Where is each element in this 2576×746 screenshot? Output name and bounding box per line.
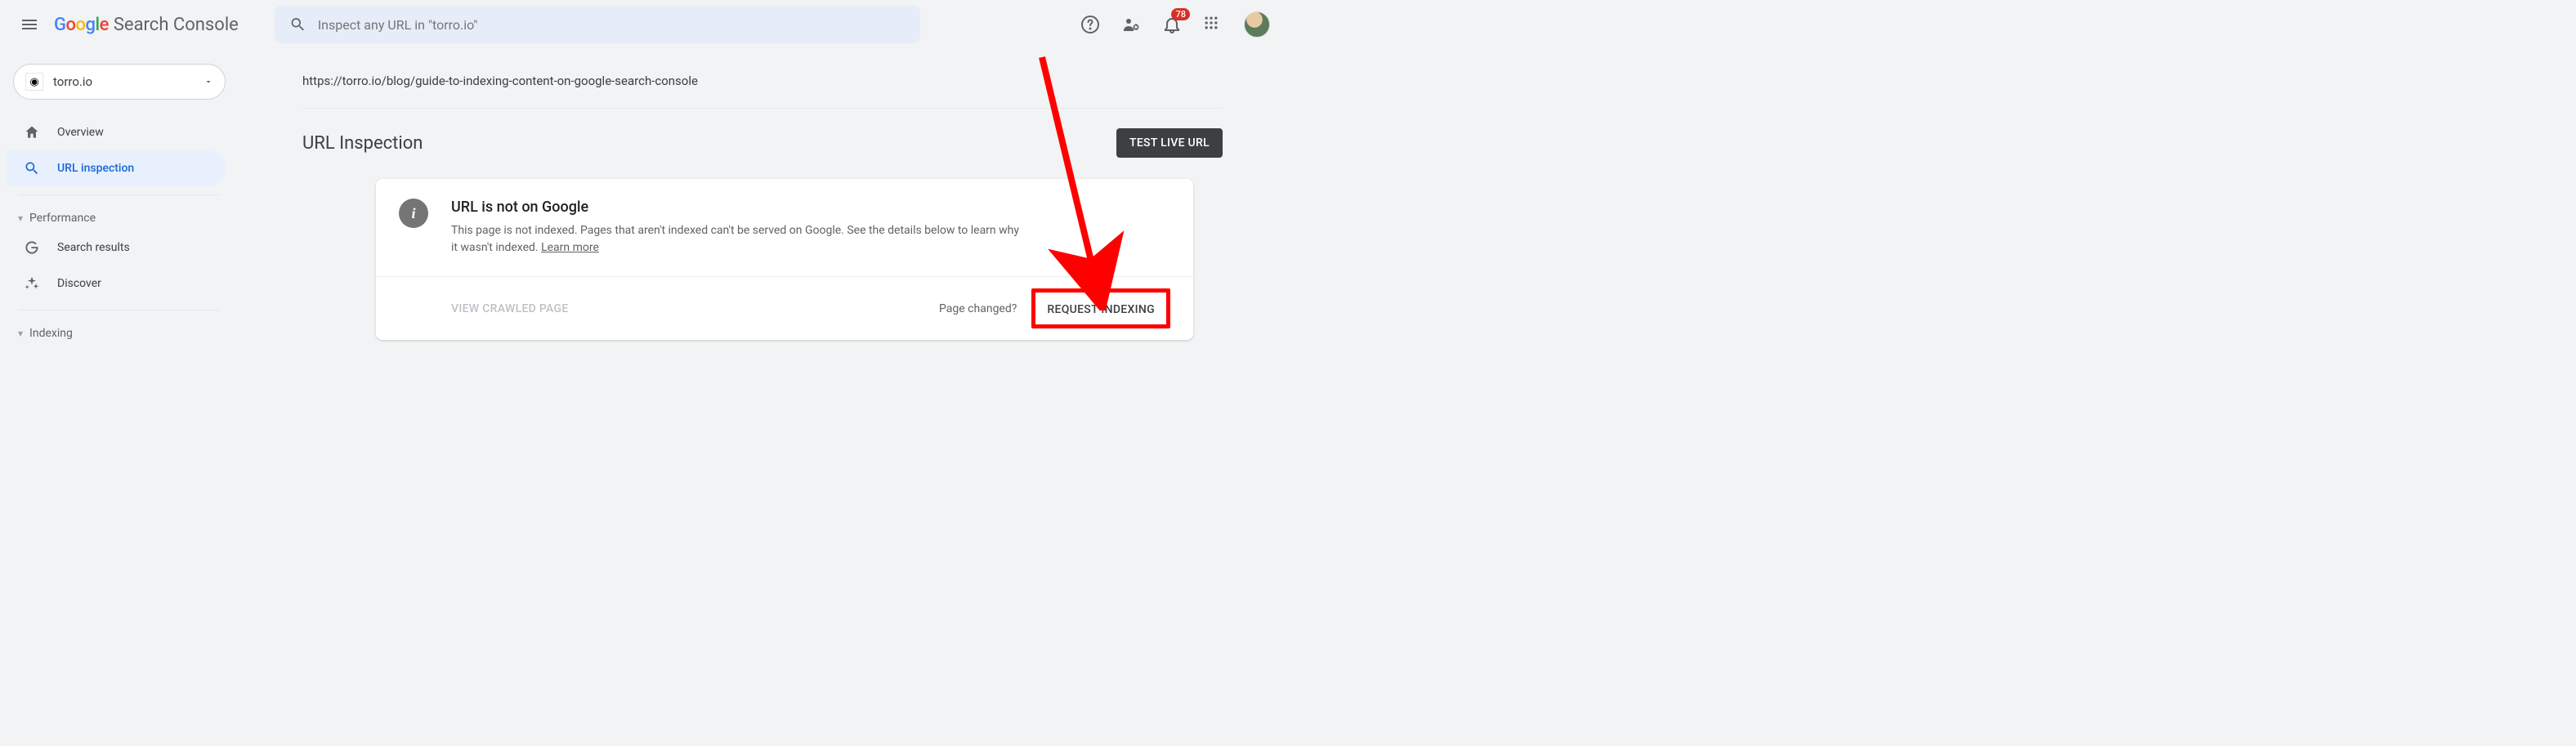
- chevron-down-icon: ▾: [18, 328, 23, 339]
- help-icon[interactable]: [1080, 15, 1100, 34]
- search-input[interactable]: [318, 17, 906, 33]
- card-body: i URL is not on Google This page is not …: [376, 179, 1193, 276]
- status-description: This page is not indexed. Pages that are…: [451, 222, 1023, 257]
- card-actions: VIEW CRAWLED PAGE Page changed? REQUEST …: [376, 276, 1193, 340]
- sidebar-item-discover[interactable]: Discover: [7, 266, 226, 302]
- sidebar: ◉ torro.io Overview URL inspection ▾ Per…: [0, 49, 237, 345]
- sidebar-item-url-inspection[interactable]: URL inspection: [7, 150, 226, 186]
- sidebar-section-indexing[interactable]: ▾ Indexing: [7, 319, 230, 345]
- status-title: URL is not on Google: [451, 199, 1023, 216]
- divider: [18, 194, 219, 195]
- home-icon: [23, 123, 41, 141]
- avatar[interactable]: [1244, 11, 1270, 38]
- google-logo-text: Google: [54, 15, 109, 35]
- inspected-url: https://torro.io/blog/guide-to-indexing-…: [302, 64, 1223, 109]
- sidebar-item-label: Discover: [57, 277, 101, 290]
- discover-icon: [23, 275, 41, 293]
- annotation-highlight: REQUEST INDEXING: [1031, 288, 1170, 328]
- page-changed-label: Page changed?: [939, 302, 1017, 315]
- property-name: torro.io: [53, 74, 203, 89]
- search-bar[interactable]: [275, 6, 920, 43]
- main-content: https://torro.io/blog/guide-to-indexing-…: [237, 49, 1288, 340]
- notification-badge: 78: [1171, 8, 1190, 20]
- sidebar-item-overview[interactable]: Overview: [7, 114, 226, 150]
- notifications-icon[interactable]: 78: [1162, 15, 1182, 34]
- property-selector[interactable]: ◉ torro.io: [13, 64, 226, 100]
- view-crawled-page-button: VIEW CRAWLED PAGE: [451, 302, 569, 315]
- search-console-text: Search Console: [114, 15, 239, 35]
- topbar-right: 78: [1080, 11, 1278, 38]
- google-g-icon: [23, 239, 41, 257]
- info-icon: i: [399, 199, 428, 228]
- search-icon: [289, 16, 306, 34]
- sidebar-item-label: Search results: [57, 241, 130, 254]
- status-card: i URL is not on Google This page is not …: [376, 179, 1193, 340]
- dropdown-icon: [203, 74, 213, 90]
- status-desc-text: This page is not indexed. Pages that are…: [451, 224, 1019, 254]
- learn-more-link[interactable]: Learn more: [541, 241, 599, 254]
- section-header: URL Inspection TEST LIVE URL: [302, 109, 1223, 158]
- page-title: URL Inspection: [302, 133, 423, 154]
- chevron-down-icon: ▾: [18, 212, 23, 224]
- search-icon: [23, 159, 41, 177]
- property-favicon: ◉: [25, 73, 43, 91]
- section-label: Indexing: [29, 327, 73, 340]
- request-indexing-button[interactable]: REQUEST INDEXING: [1047, 303, 1155, 316]
- sidebar-item-label: Overview: [57, 126, 104, 139]
- user-settings-icon[interactable]: [1121, 15, 1141, 34]
- sidebar-item-search-results[interactable]: Search results: [7, 230, 226, 266]
- sidebar-section-performance[interactable]: ▾ Performance: [7, 203, 230, 230]
- test-live-url-button[interactable]: TEST LIVE URL: [1116, 128, 1223, 158]
- app-logo[interactable]: Google Search Console: [54, 15, 239, 35]
- apps-icon[interactable]: [1203, 15, 1223, 34]
- menu-icon[interactable]: [20, 15, 39, 34]
- status-text-block: URL is not on Google This page is not in…: [451, 199, 1023, 257]
- section-label: Performance: [29, 212, 96, 225]
- topbar: Google Search Console 78: [0, 0, 1288, 49]
- sidebar-item-label: URL inspection: [57, 162, 134, 175]
